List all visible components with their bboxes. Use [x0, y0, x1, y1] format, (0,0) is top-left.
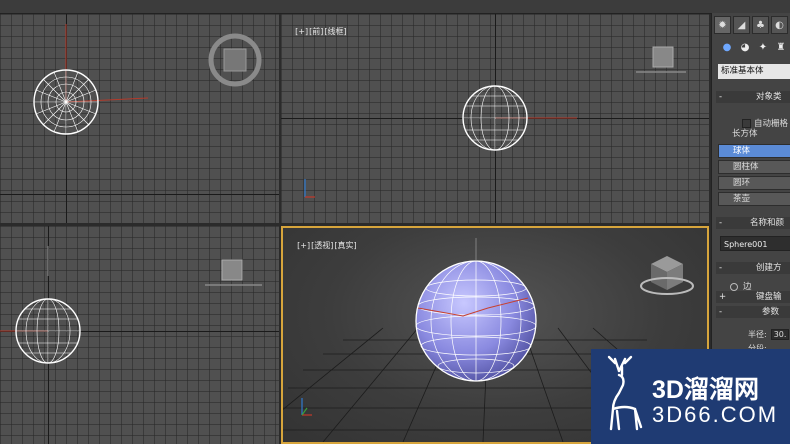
name-color-rollout[interactable]: - 名称和颜 — [716, 217, 790, 229]
create-tab-sun-icon[interactable]: ✹ — [714, 16, 731, 34]
rollout-title: 创建方 — [756, 263, 782, 273]
sphere-wireframe-front — [304, 46, 686, 198]
motion-tab-icon[interactable]: ◐ — [771, 16, 788, 34]
command-panel-tabs: ✹ ◢ ♣ ◐ — [712, 16, 790, 36]
rollout-toggle-icon: - — [719, 92, 723, 102]
rollout-toggle-icon: - — [719, 307, 723, 317]
rollout-toggle-icon: - — [719, 263, 723, 273]
watermark-brand: 3D溜溜网 — [652, 376, 759, 404]
deer-logo-icon — [607, 355, 643, 431]
modify-tab-curve-icon[interactable]: ◢ — [733, 16, 750, 34]
radius-label: 半径: — [748, 330, 767, 339]
radio-icon[interactable] — [730, 282, 738, 291]
object-type-rollout[interactable]: - 对象类 — [716, 91, 790, 103]
rollout-title: 名称和颜 — [750, 218, 785, 228]
main-toolbar-strip — [0, 0, 790, 14]
checkbox-icon[interactable] — [742, 119, 751, 128]
parameters-rollout[interactable]: - 参数 — [716, 306, 790, 318]
rollout-toggle-icon: - — [719, 218, 723, 228]
watermark-url: 3D66.COM — [652, 402, 779, 427]
shapes-icon[interactable]: ◕ — [737, 40, 753, 56]
rollout-toggle-icon: + — [719, 292, 727, 302]
radius-spinner[interactable]: 30. — [770, 329, 790, 340]
rollout-title: 对象类 — [756, 92, 782, 102]
keyboard-entry-rollout[interactable]: + 键盘输 — [716, 291, 790, 303]
torus-button[interactable]: 圆环 — [718, 176, 790, 190]
geometry-icon[interactable]: ● — [719, 40, 735, 56]
lights-icon[interactable]: ✦ — [755, 40, 771, 56]
watermark-logo: 3D溜溜网 3D66.COM — [591, 349, 790, 444]
hierarchy-tab-icon[interactable]: ♣ — [752, 16, 769, 34]
viewcube-icon — [640, 256, 694, 295]
viewport-front[interactable]: [+][前][线框] — [281, 14, 709, 223]
sphere-button[interactable]: 球体 — [718, 144, 790, 158]
rollout-title: 键盘输 — [756, 292, 782, 302]
creation-method-rollout[interactable]: - 创建方 — [716, 262, 790, 274]
radius-param: 半径: 30. — [748, 329, 790, 340]
cameras-icon[interactable]: ♜ — [773, 40, 789, 56]
category-dropdown[interactable]: 标准基本体 — [718, 64, 790, 79]
viewport-top[interactable] — [0, 14, 279, 223]
cylinder-button[interactable]: 圆柱体 — [718, 160, 790, 174]
create-category-icons: ● ◕ ✦ ♜ — [712, 40, 790, 58]
rollout-title: 参数 — [762, 307, 780, 317]
sphere-wireframe-top — [33, 24, 262, 135]
box-button[interactable]: 长方体 — [718, 128, 790, 142]
teapot-button[interactable]: 茶壶 — [718, 192, 790, 206]
sphere-wireframe-left — [0, 246, 262, 364]
viewport-left[interactable] — [0, 226, 279, 444]
object-name-field[interactable]: Sphere001 — [720, 236, 790, 251]
